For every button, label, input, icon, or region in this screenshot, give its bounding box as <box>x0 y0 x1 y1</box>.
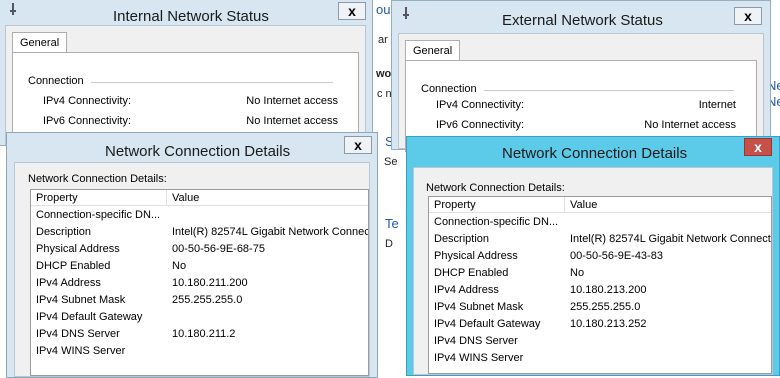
ipv6-connectivity-label: IPv6 Connectivity: <box>43 115 132 127</box>
window-title: External Network Status <box>502 12 663 29</box>
value-cell <box>570 214 771 231</box>
list-item[interactable]: IPv4 WINS Server <box>31 343 368 360</box>
list-item[interactable]: IPv4 WINS Server <box>429 350 771 367</box>
tab-general[interactable]: General <box>405 40 461 61</box>
column-header-property[interactable]: Property <box>31 190 167 206</box>
property-cell: Physical Address <box>36 243 120 255</box>
close-button[interactable]: x <box>734 7 762 25</box>
details-caption: Network Connection Details: <box>28 173 167 185</box>
property-cell: IPv4 Default Gateway <box>434 318 541 330</box>
list-item[interactable]: Description Intel(R) 82574L Gigabit Netwo… <box>429 231 771 248</box>
property-cell: IPv4 Default Gateway <box>36 311 143 323</box>
tab-general[interactable]: General <box>12 32 68 53</box>
value-cell: Intel(R) 82574L Gigabit Network Connect <box>570 233 771 245</box>
property-cell: IPv4 DNS Server <box>36 328 120 340</box>
value-cell: 255.255.255.0 <box>172 294 243 306</box>
list-item[interactable]: Connection-specific DN... <box>429 214 771 231</box>
property-cell: Physical Address <box>434 250 518 262</box>
value-cell: No <box>172 260 187 272</box>
internal-details-window: Network Connection Details x Network Con… <box>6 132 378 378</box>
list-item[interactable]: IPv4 Address 10.180.211.200 <box>31 275 368 292</box>
close-button[interactable]: x <box>338 2 366 20</box>
external-status-window: External Network Status x General Connec… <box>391 0 771 152</box>
property-cell: Description <box>36 226 92 238</box>
window-body: Network Connection Details: Property Val… <box>14 162 370 377</box>
window-body: General Connection IPv4 Connectivity: No… <box>5 25 366 148</box>
value-cell: Intel(R) 82574L Gigabit Network Connect <box>172 226 369 238</box>
window-title: Internal Network Status <box>113 8 269 25</box>
list-item[interactable]: Physical Address 00-50-56-9E-43-83 <box>429 248 771 265</box>
ipv6-connectivity-value: No Internet access <box>246 115 338 127</box>
external-details-window: Network Connection Details x Network Con… <box>406 136 780 376</box>
window-body: General Connection IPv4 Connectivity: In… <box>398 33 764 152</box>
ipv4-connectivity-value: No Internet access <box>246 95 338 107</box>
value-cell <box>570 333 771 350</box>
column-header-value[interactable]: Value <box>167 190 368 206</box>
property-cell: IPv4 Subnet Mask <box>36 294 126 306</box>
list-item[interactable]: IPv4 Default Gateway <box>31 309 368 326</box>
property-cell: Connection-specific DN... <box>36 209 161 221</box>
property-cell: Description <box>434 233 490 245</box>
details-list[interactable]: Property Value Connection-specific DN...… <box>428 196 772 374</box>
group-label-connection: Connection <box>28 75 84 87</box>
window-title: Network Connection Details <box>502 145 688 162</box>
list-item[interactable]: IPv4 DNS Server 10.180.211.2 <box>31 326 368 343</box>
internal-status-window: Internal Network Status x General Connec… <box>0 0 373 148</box>
list-item[interactable]: Physical Address 00-50-56-9E-68-75 <box>31 241 368 258</box>
details-list[interactable]: Property Value Connection-specific DN...… <box>30 189 369 376</box>
ipv4-connectivity-label: IPv4 Connectivity: <box>436 99 525 111</box>
background-text: D <box>385 238 393 250</box>
ipv6-connectivity-label: IPv6 Connectivity: <box>436 119 525 131</box>
property-cell: IPv4 Address <box>434 284 499 296</box>
property-cell: DHCP Enabled <box>434 267 509 279</box>
group-divider <box>91 82 333 83</box>
column-header-property[interactable]: Property <box>429 197 565 213</box>
list-item[interactable]: DHCP Enabled No <box>31 258 368 275</box>
value-cell: 10.180.213.200 <box>570 284 647 296</box>
network-icon <box>403 7 409 19</box>
value-cell: 10.180.211.200 <box>172 277 248 289</box>
value-cell: 00-50-56-9E-68-75 <box>172 243 265 255</box>
window-title: Network Connection Details <box>105 143 291 160</box>
background-text: ar <box>378 34 388 46</box>
property-cell: Connection-specific DN... <box>434 216 559 228</box>
background-text: c n <box>377 88 392 100</box>
list-item[interactable]: IPv4 Subnet Mask 255.255.255.0 <box>429 299 771 316</box>
value-cell <box>570 350 771 367</box>
property-cell: DHCP Enabled <box>36 260 111 272</box>
list-item[interactable]: Description Intel(R) 82574L Gigabit Netwo… <box>31 224 368 241</box>
ipv6-connectivity-value: No Internet access <box>644 119 736 131</box>
value-cell: 00-50-56-9E-43-83 <box>570 250 663 262</box>
ipv4-connectivity-label: IPv4 Connectivity: <box>43 95 132 107</box>
ipv4-connectivity-value: Internet <box>698 99 736 111</box>
value-cell: No <box>570 267 585 279</box>
property-cell: IPv4 WINS Server <box>36 345 126 357</box>
property-cell: IPv4 Address <box>36 277 101 289</box>
list-item[interactable]: Connection-specific DN... <box>31 207 368 224</box>
list-item[interactable]: IPv4 DNS Server <box>429 333 771 350</box>
list-item[interactable]: IPv4 Subnet Mask 255.255.255.0 <box>31 292 368 309</box>
column-header-value[interactable]: Value <box>565 197 771 213</box>
value-cell: 10.180.213.252 <box>570 318 647 330</box>
window-body: Network Connection Details: Property Val… <box>413 167 773 375</box>
value-cell <box>172 343 368 360</box>
value-cell <box>172 207 368 224</box>
property-cell: IPv4 DNS Server <box>434 335 518 347</box>
group-divider <box>484 90 734 91</box>
value-cell <box>172 309 368 326</box>
close-button[interactable]: x <box>744 138 772 156</box>
value-cell: 255.255.255.0 <box>570 301 641 313</box>
list-item[interactable]: IPv4 Address 10.180.213.200 <box>429 282 771 299</box>
value-cell: 10.180.211.2 <box>172 328 236 340</box>
background-link-text[interactable]: Te <box>385 216 399 231</box>
list-item[interactable]: IPv4 Default Gateway 10.180.213.252 <box>429 316 771 333</box>
group-label-connection: Connection <box>421 83 477 95</box>
property-cell: IPv4 Subnet Mask <box>434 301 524 313</box>
details-caption: Network Connection Details: <box>426 182 565 194</box>
network-icon <box>10 3 16 15</box>
background-text: Se <box>384 156 398 168</box>
close-button[interactable]: x <box>344 136 372 154</box>
list-item[interactable]: DHCP Enabled No <box>429 265 771 282</box>
property-cell: IPv4 WINS Server <box>434 352 524 364</box>
